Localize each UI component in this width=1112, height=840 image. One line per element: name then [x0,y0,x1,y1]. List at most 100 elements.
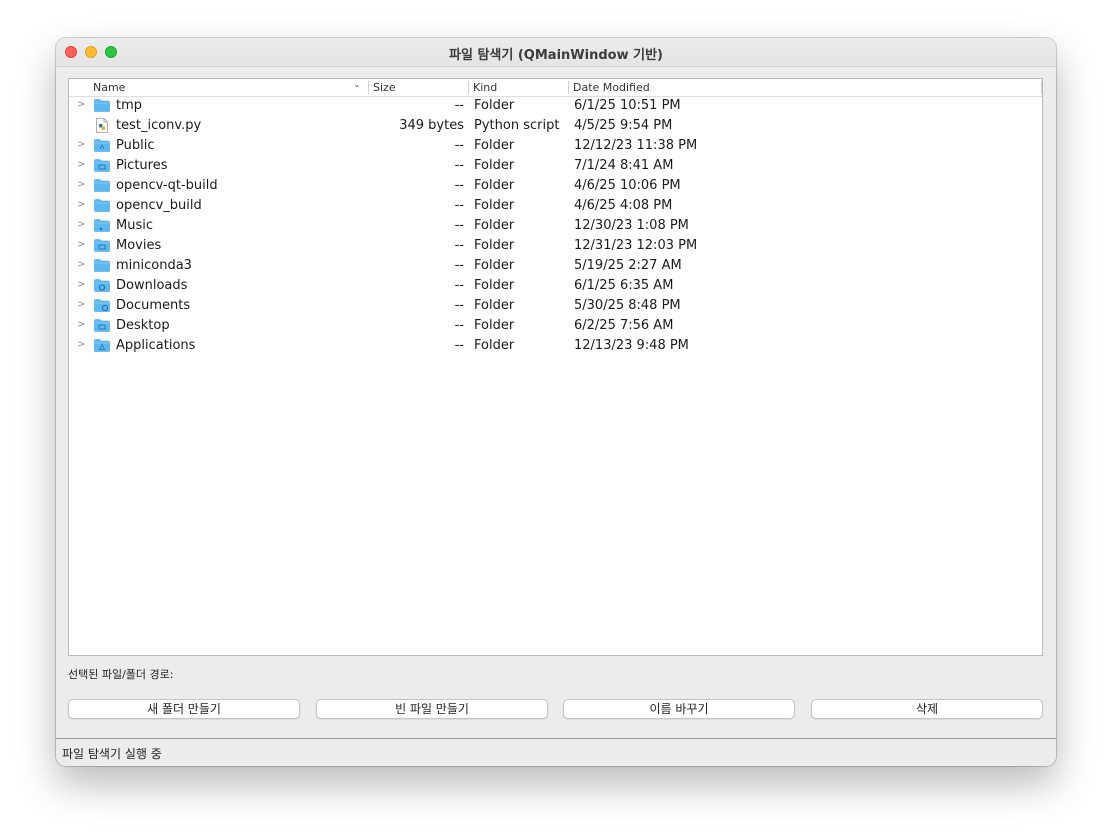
new-file-button[interactable]: 빈 파일 만들기 [316,699,548,719]
expand-arrow-icon[interactable]: > [77,139,85,150]
file-kind: Folder [474,218,515,233]
delete-button[interactable]: 삭제 [811,699,1043,719]
expand-arrow-icon[interactable]: > [77,199,85,210]
column-divider[interactable] [568,81,569,94]
file-date-modified: 6/2/25 7:56 AM [574,318,674,333]
file-kind: Folder [474,198,515,213]
file-date-modified: 7/1/24 8:41 AM [574,158,674,173]
file-name: test_iconv.py [116,118,202,133]
folder-icon [94,179,110,192]
table-row[interactable]: > miniconda3 -- Folder 5/19/25 2:27 AM [69,256,1042,276]
expand-arrow-icon[interactable]: > [77,319,85,330]
file-name: Downloads [116,278,188,293]
file-name: Public [116,138,155,153]
file-date-modified: 5/19/25 2:27 AM [574,258,682,273]
rename-button[interactable]: 이름 바꾸기 [563,699,795,719]
column-divider[interactable] [468,81,469,94]
selected-path-label: 선택된 파일/폴더 경로: [68,668,174,681]
expand-arrow-icon[interactable]: > [77,159,85,170]
table-row[interactable]: > Public -- Folder 12/12/23 11:38 PM [69,136,1042,156]
file-size: -- [454,178,464,193]
documents-folder-icon [94,299,110,312]
column-header-date-modified[interactable]: Date Modified [573,81,650,94]
file-size: -- [454,338,464,353]
table-row[interactable]: test_iconv.py 349 bytes Python script 4/5/2… [69,116,1042,136]
file-date-modified: 4/5/25 9:54 PM [574,118,673,133]
file-name: Movies [116,238,162,253]
file-size: -- [454,98,464,113]
table-row[interactable]: > opencv-qt-build -- Folder 4/6/25 10:06 PM [69,176,1042,196]
file-name: Music [116,218,153,233]
table-row[interactable]: > Desktop -- Folder 6/2/25 7:56 AM [69,316,1042,336]
file-name: opencv-qt-build [116,178,218,193]
table-row[interactable]: > tmp -- Folder 6/1/25 10:51 PM [69,96,1042,116]
expand-arrow-icon[interactable]: > [77,339,85,350]
file-size: -- [454,238,464,253]
file-name: Pictures [116,158,168,173]
title-bar[interactable]: 파일 탐색기 (QMainWindow 기반) [56,38,1056,67]
file-date-modified: 12/31/23 12:03 PM [574,238,698,253]
status-text: 파일 탐색기 실행 중 [62,747,162,761]
file-name: miniconda3 [116,258,192,273]
folder-icon [94,259,110,272]
file-date-modified: 12/13/23 9:48 PM [574,338,689,353]
table-row[interactable]: > Music -- Folder 12/30/23 1:08 PM [69,216,1042,236]
file-kind: Folder [474,258,515,273]
movies-folder-icon [94,239,110,252]
file-tree-view[interactable]: Name ⌄ Size Kind Date Modified > tmp -- Fol… [68,78,1043,656]
chevron-down-icon: ⌄ [353,80,361,90]
desktop-folder-icon [94,319,110,332]
table-row[interactable]: > Movies -- Folder 12/31/23 12:03 PM [69,236,1042,256]
expand-arrow-icon[interactable]: > [77,259,85,270]
file-list: > tmp -- Folder 6/1/25 10:51 PM test_iconv.py… [69,96,1042,356]
new-folder-button[interactable]: 새 폴더 만들기 [68,699,300,719]
file-size: -- [454,158,464,173]
file-date-modified: 12/12/23 11:38 PM [574,138,698,153]
file-date-modified: 12/30/23 1:08 PM [574,218,689,233]
file-date-modified: 4/6/25 10:06 PM [574,178,681,193]
file-kind: Folder [474,238,515,253]
file-kind: Folder [474,158,515,173]
expand-arrow-icon[interactable]: > [77,99,85,110]
column-divider[interactable] [368,81,369,94]
file-name: Applications [116,338,196,353]
file-size: -- [454,138,464,153]
file-size: -- [454,218,464,233]
expand-arrow-icon[interactable]: > [77,279,85,290]
file-date-modified: 6/1/25 10:51 PM [574,98,681,113]
music-folder-icon [94,219,110,232]
table-row[interactable]: > Pictures -- Folder 7/1/24 8:41 AM [69,156,1042,176]
pictures-folder-icon [94,159,110,172]
table-row[interactable]: > Documents -- Folder 5/30/25 8:48 PM [69,296,1042,316]
expand-arrow-icon[interactable]: > [77,239,85,250]
column-header-name[interactable]: Name [93,81,125,94]
table-row[interactable]: > Applications -- Folder 12/13/23 9:48 PM [69,336,1042,356]
file-kind: Folder [474,178,515,193]
python-file-icon [96,118,108,133]
file-kind: Folder [474,318,515,333]
file-date-modified: 4/6/25 4:08 PM [574,198,673,213]
expand-arrow-icon[interactable]: > [77,299,85,310]
public-folder-icon [94,139,110,152]
file-kind: Folder [474,278,515,293]
file-name: opencv_build [116,198,202,213]
table-row[interactable]: > opencv_build -- Folder 4/6/25 4:08 PM [69,196,1042,216]
status-bar: 파일 탐색기 실행 중 [56,738,1056,766]
file-size: -- [454,298,464,313]
file-name: tmp [116,98,143,113]
file-size: -- [454,258,464,273]
column-divider [1041,81,1042,94]
file-kind: Folder [474,338,515,353]
file-size: -- [454,318,464,333]
expand-arrow-icon[interactable]: > [77,219,85,230]
folder-icon [94,199,110,212]
column-header-size[interactable]: Size [373,81,396,94]
column-header-kind[interactable]: Kind [473,81,497,94]
file-kind: Folder [474,298,515,313]
file-size: -- [454,278,464,293]
downloads-folder-icon [94,279,110,292]
file-date-modified: 5/30/25 8:48 PM [574,298,681,313]
table-row[interactable]: > Downloads -- Folder 6/1/25 6:35 AM [69,276,1042,296]
table-header: Name ⌄ Size Kind Date Modified [69,79,1042,97]
expand-arrow-icon[interactable]: > [77,179,85,190]
